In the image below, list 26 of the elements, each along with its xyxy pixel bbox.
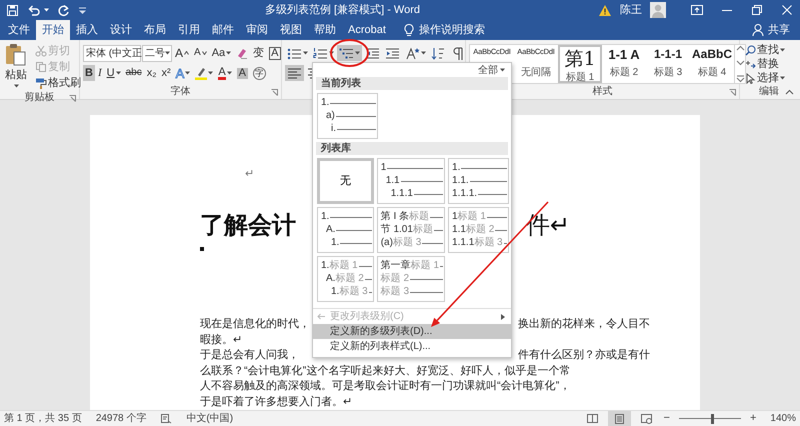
- section-header: 列表库: [316, 142, 508, 155]
- style-preview: 第1: [564, 49, 596, 70]
- group-label: 字体: [170, 85, 190, 99]
- body-text-line: 于是总会有人问我，: [200, 348, 299, 363]
- body-text-line: 现在是信息化的时代，: [200, 317, 310, 332]
- body-text-line: 换出新的花样来，令人目不: [518, 317, 650, 332]
- style-name: 标题 3: [654, 66, 682, 80]
- group-label: 样式: [592, 85, 612, 99]
- style-name: 标题 1: [566, 70, 594, 85]
- body-text-line: 暇接。↵: [200, 332, 242, 348]
- window-title: 多级列表范例 [兼容模式] - Word: [264, 2, 422, 18]
- paragraph-mark: ↵: [245, 167, 254, 181]
- body-text-line: 么联系？“会计电算化”这个名字听起来好大、好宽泛、好吓人，似乎是一个常: [200, 364, 570, 378]
- body-text-line: 人不容易触及的高深领域。可是考取会计证时有一门功课就叫“会计电算化”，: [200, 379, 570, 394]
- style-name: 标题 4: [698, 66, 726, 80]
- style-name: 无间隔: [521, 66, 551, 80]
- body-text-line: 于是吓着了许多想要入门者。↵: [200, 394, 352, 410]
- style-preview: 1-1 A: [608, 48, 640, 62]
- section-header: 当前列表: [316, 77, 508, 90]
- style-name: 标题 2: [610, 66, 638, 80]
- group-label: 剪贴板: [24, 91, 54, 105]
- document-heading: 了解会计: [200, 211, 296, 241]
- body-text-line: 件有什么区别？亦或是有什: [518, 348, 650, 363]
- style-preview: 1-1-1: [654, 48, 682, 62]
- style-preview: AaBbC: [692, 48, 732, 62]
- group-label: 编辑: [759, 85, 779, 99]
